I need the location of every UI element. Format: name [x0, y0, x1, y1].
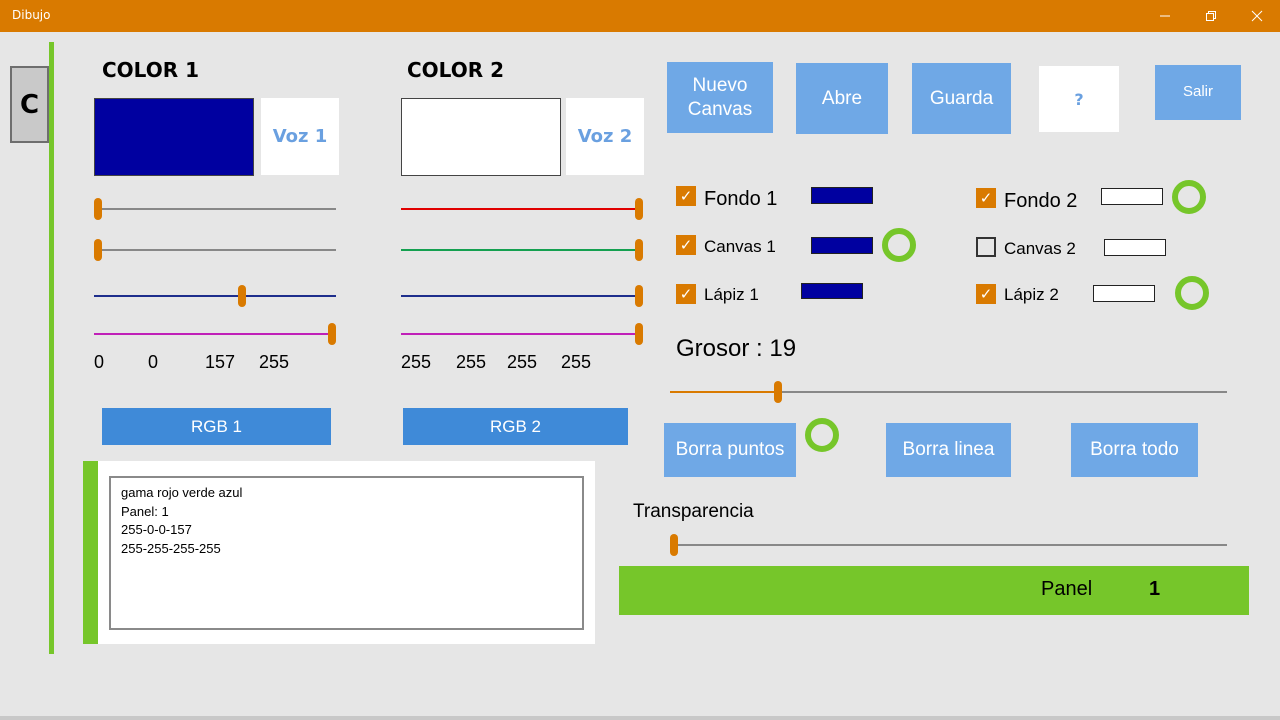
lapiz1-label: Lápiz 1	[704, 285, 759, 304]
close-icon	[1251, 10, 1263, 22]
restore-button[interactable]	[1188, 0, 1234, 32]
color2-slider-3-track[interactable]	[401, 295, 643, 297]
transparency-track[interactable]	[670, 544, 1227, 546]
grosor-slider-thumb[interactable]	[774, 381, 783, 403]
color1-heading: COLOR 1	[102, 58, 199, 82]
canvas2-color[interactable]	[1104, 239, 1166, 256]
close-button[interactable]	[1234, 0, 1280, 32]
color1-slider-2-track[interactable]	[94, 249, 336, 251]
lapiz2-label: Lápiz 2	[1004, 285, 1059, 304]
grosor-track[interactable]	[774, 391, 1227, 393]
lapiz1-color[interactable]	[801, 283, 863, 299]
restore-icon	[1206, 11, 1216, 21]
color2-value-1: 255	[401, 352, 432, 372]
color1-slider-2-thumb[interactable]	[94, 239, 102, 261]
save-button[interactable]: Guarda	[912, 63, 1011, 134]
canvas2-label: Canvas 2	[1004, 239, 1076, 258]
fondo2-label: Fondo 2	[1004, 190, 1078, 212]
canvas1-label: Canvas 1	[704, 237, 776, 256]
color1-slider-1-track[interactable]	[94, 208, 336, 210]
color1-slider-3-thumb[interactable]	[238, 285, 247, 307]
help-button[interactable]: ?	[1039, 66, 1119, 132]
log-green-bar	[83, 461, 98, 644]
color1-slider-4-thumb[interactable]	[328, 323, 336, 345]
canvas2-checkbox[interactable]	[976, 237, 996, 257]
color1-value-4: 255	[259, 352, 290, 372]
grosor-label: Grosor : 19	[676, 335, 797, 362]
window-title: Dibujo	[12, 8, 51, 22]
lapiz1-checkbox[interactable]: ✓	[676, 284, 696, 304]
transparency-slider-thumb[interactable]	[670, 534, 678, 556]
color2-value-3: 255	[507, 352, 538, 372]
color2-value-4: 255	[561, 352, 592, 372]
panel-label: Panel	[1041, 578, 1093, 600]
open-button[interactable]: Abre	[796, 63, 888, 134]
color2-slider-1-thumb[interactable]	[635, 198, 643, 220]
erase-points-button[interactable]: Borra puntos	[664, 423, 796, 477]
color2-slider-4-track[interactable]	[401, 333, 643, 335]
voice2-button[interactable]: Voz 2	[566, 98, 644, 175]
color2-slider-1-track[interactable]	[401, 208, 643, 210]
minimize-icon	[1160, 15, 1170, 17]
transparency-label: Transparencia	[633, 501, 754, 522]
color2-value-2: 255	[456, 352, 487, 372]
fondo1-checkbox[interactable]: ✓	[676, 186, 696, 206]
canvas1-color[interactable]	[811, 237, 873, 254]
color1-swatch[interactable]	[94, 98, 254, 176]
lapiz2-checkbox[interactable]: ✓	[976, 284, 996, 304]
log-line: 255-0-0-157	[121, 522, 192, 537]
color2-slider-2-track[interactable]	[401, 249, 643, 251]
log-line: 255-255-255-255	[121, 540, 221, 556]
erase-points-indicator-ring	[805, 418, 839, 452]
canvas1-indicator-ring	[882, 228, 916, 262]
erase-all-button[interactable]: Borra todo	[1071, 423, 1198, 477]
canvas1-checkbox[interactable]: ✓	[676, 235, 696, 255]
bottom-border	[0, 716, 1280, 720]
color1-slider-3-track[interactable]	[94, 295, 336, 297]
title-bar	[0, 0, 1280, 32]
fondo2-indicator-ring	[1172, 180, 1206, 214]
color2-swatch[interactable]	[401, 98, 561, 176]
color1-value-1: 0	[94, 352, 105, 372]
exit-button[interactable]: Salir	[1155, 65, 1241, 120]
color1-value-3: 157	[205, 352, 236, 372]
rgb2-button[interactable]: RGB 2	[403, 408, 628, 445]
color1-value-2: 0	[148, 352, 159, 372]
log-textbox[interactable]: gama rojo verde azul Panel: 1 255-0-0-15…	[109, 476, 584, 630]
rgb1-button[interactable]: RGB 1	[102, 408, 331, 445]
color1-slider-1-thumb[interactable]	[94, 198, 102, 220]
fondo1-color[interactable]	[811, 187, 873, 204]
color2-heading: COLOR 2	[407, 58, 504, 82]
minimize-button[interactable]	[1142, 0, 1188, 32]
fondo1-label: Fondo 1	[704, 188, 778, 210]
new-canvas-button[interactable]: Nuevo Canvas	[667, 62, 773, 133]
lapiz2-color[interactable]	[1093, 285, 1155, 302]
color2-slider-3-thumb[interactable]	[635, 285, 643, 307]
log-line: gama rojo verde azul	[121, 485, 243, 500]
fondo2-color[interactable]	[1101, 188, 1163, 205]
lapiz2-indicator-ring	[1175, 276, 1209, 310]
log-line: Panel: 1	[121, 503, 169, 519]
c-button[interactable]: C	[10, 66, 49, 143]
panel-number: 1	[1149, 578, 1161, 600]
color1-slider-4-track[interactable]	[94, 333, 336, 335]
color2-slider-4-thumb[interactable]	[635, 323, 643, 345]
voice1-button[interactable]: Voz 1	[261, 98, 339, 175]
color2-slider-2-thumb[interactable]	[635, 239, 643, 261]
erase-line-button[interactable]: Borra linea	[886, 423, 1011, 477]
left-green-bar	[49, 42, 54, 654]
grosor-track-filled	[670, 391, 775, 393]
fondo2-checkbox[interactable]: ✓	[976, 188, 996, 208]
